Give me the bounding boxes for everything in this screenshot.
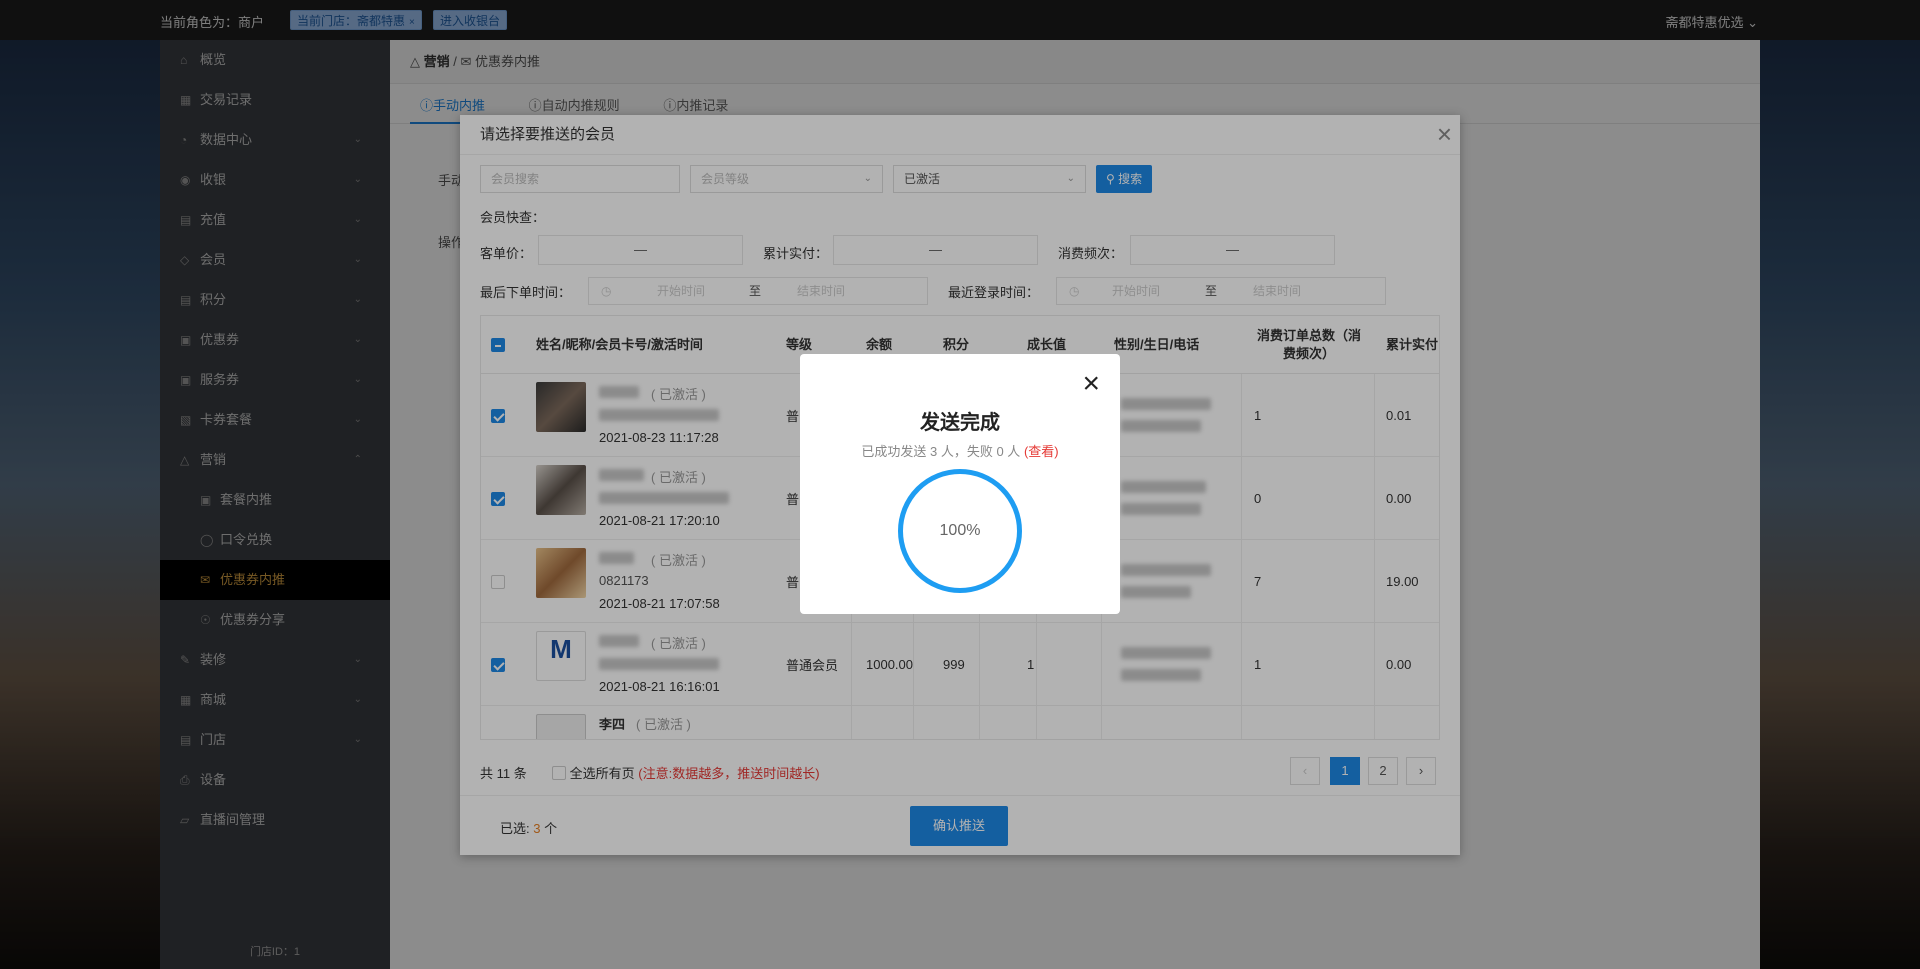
view-link[interactable]: (查看) xyxy=(1024,444,1059,459)
close-icon[interactable]: × xyxy=(1082,369,1100,399)
send-result-modal: × 发送完成 已成功发送 3 人，失败 0 人 (查看) 100% xyxy=(800,354,1120,614)
progress-ring: 100% xyxy=(898,469,1022,593)
result-text: 已成功发送 3 人，失败 0 人 xyxy=(861,444,1021,459)
progress-label: 100% xyxy=(939,522,981,539)
result-summary: 已成功发送 3 人，失败 0 人 (查看) xyxy=(800,441,1120,460)
modal-title: 发送完成 xyxy=(920,412,1000,434)
